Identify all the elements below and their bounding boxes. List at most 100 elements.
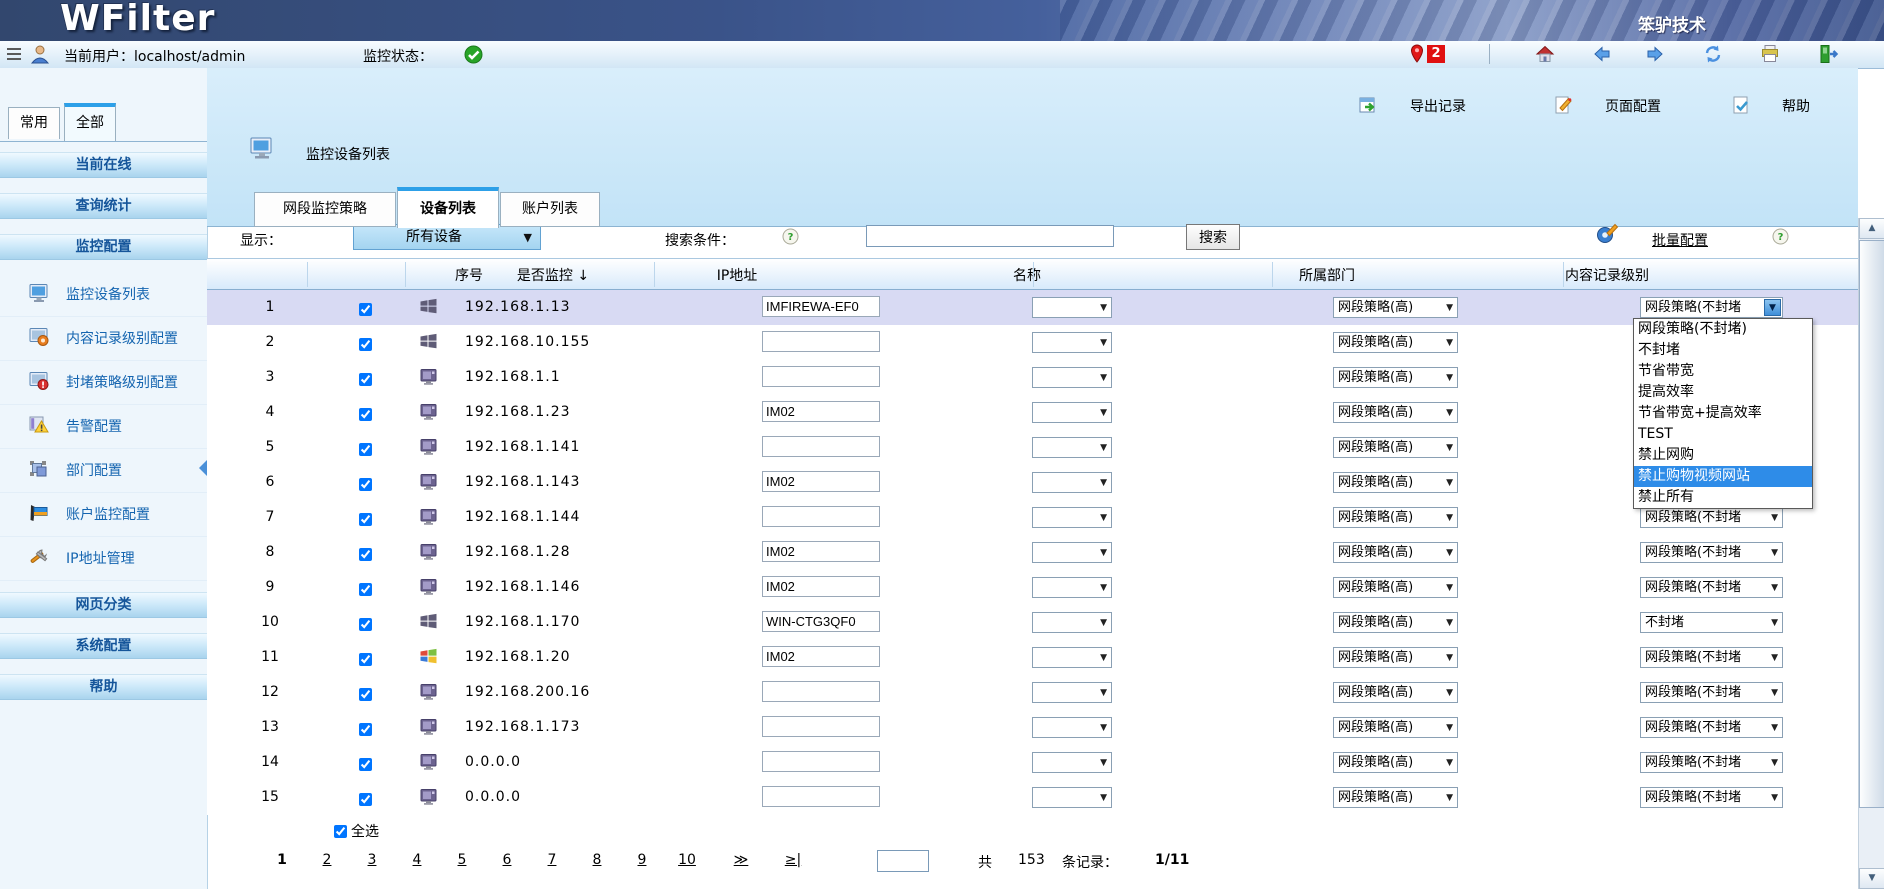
page-link-2[interactable]: 2 [310, 852, 344, 868]
page-link-10[interactable]: 10 [670, 852, 704, 868]
vertical-scrollbar[interactable]: ▲ ▼ [1858, 218, 1884, 889]
department-select[interactable]: ▼ [1032, 542, 1112, 563]
page-link-5[interactable]: 5 [445, 852, 479, 868]
alert-count-badge[interactable]: 2 [1427, 45, 1445, 63]
device-name-input[interactable] [762, 576, 880, 597]
record-level-select[interactable]: 网段策略(高)▼ [1333, 542, 1458, 563]
col-ip[interactable]: IP地址 [657, 265, 817, 285]
sidebar-item-2-6[interactable]: IP地址管理 [0, 536, 207, 581]
page-link-1[interactable]: 1 [265, 852, 299, 868]
block-level-select[interactable]: 网段策略(不封堵▼ [1640, 717, 1783, 738]
dropdown-option[interactable]: 禁止所有 [1634, 487, 1812, 508]
batch-help-icon[interactable]: ? [1772, 228, 1789, 245]
action-1[interactable]: 页面配置 [1553, 94, 1661, 118]
record-level-select[interactable]: 网段策略(高)▼ [1333, 752, 1458, 773]
device-name-input[interactable] [762, 541, 880, 562]
select-all-checkbox[interactable] [334, 825, 347, 838]
sidebar-item-2-2[interactable]: 封堵策略级别配置 [0, 360, 207, 405]
dropdown-option[interactable]: 网段策略(不封堵) [1634, 319, 1812, 340]
device-name-input[interactable] [762, 366, 880, 387]
monitor-checkbox[interactable] [359, 793, 372, 806]
scroll-up-icon[interactable]: ▲ [1859, 218, 1884, 239]
last-page-link[interactable]: ≥| [776, 852, 810, 868]
device-name-input[interactable] [762, 611, 880, 632]
block-level-select[interactable]: 网段策略(不封堵▼ [1640, 682, 1783, 703]
col-name[interactable]: 名称 [927, 265, 1127, 285]
device-name-input[interactable] [762, 296, 880, 317]
sidebar-item-2-3[interactable]: 告警配置 [0, 404, 207, 449]
sidebar-section-0[interactable]: 当前在线 [0, 152, 207, 178]
monitor-checkbox[interactable] [359, 443, 372, 456]
sidebar-item-2-4[interactable]: 部门配置 [0, 448, 207, 493]
department-select[interactable]: ▼ [1032, 402, 1112, 423]
record-level-select[interactable]: 网段策略(高)▼ [1333, 367, 1458, 388]
batch-config-icon[interactable] [1595, 222, 1619, 246]
device-name-input[interactable] [762, 681, 880, 702]
record-level-select[interactable]: 网段策略(高)▼ [1333, 297, 1458, 318]
menu-hamburger-icon[interactable] [5, 44, 25, 64]
device-name-input[interactable] [762, 471, 880, 492]
chevron-down-icon[interactable]: ▼ [1764, 299, 1781, 316]
device-name-input[interactable] [762, 506, 880, 527]
department-select[interactable]: ▼ [1032, 717, 1112, 738]
block-level-select[interactable]: 网段策略(不封堵▼ [1640, 787, 1783, 808]
monitor-checkbox[interactable] [359, 583, 372, 596]
monitor-checkbox[interactable] [359, 653, 372, 666]
goto-page-input[interactable] [877, 850, 929, 872]
monitor-checkbox[interactable] [359, 618, 372, 631]
monitor-checkbox[interactable] [359, 548, 372, 561]
record-level-select[interactable]: 网段策略(高)▼ [1333, 647, 1458, 668]
device-name-input[interactable] [762, 786, 880, 807]
sidebar-collapse-arrow-icon[interactable] [199, 460, 207, 476]
page-link-6[interactable]: 6 [490, 852, 524, 868]
department-select[interactable]: ▼ [1032, 507, 1112, 528]
home-icon[interactable] [1535, 44, 1555, 64]
monitor-checkbox[interactable] [359, 303, 372, 316]
department-select[interactable]: ▼ [1032, 787, 1112, 808]
record-level-select[interactable]: 网段策略(高)▼ [1333, 437, 1458, 458]
device-name-input[interactable] [762, 751, 880, 772]
dropdown-option[interactable]: 节省带宽+提高效率 [1634, 403, 1812, 424]
sidebar-section-3[interactable]: 网页分类 [0, 592, 207, 618]
monitor-checkbox[interactable] [359, 758, 372, 771]
record-level-select[interactable]: 网段策略(高)▼ [1333, 787, 1458, 808]
dropdown-option[interactable]: 提高效率 [1634, 382, 1812, 403]
device-name-input[interactable] [762, 401, 880, 422]
sidebar-section-5[interactable]: 帮助 [0, 674, 207, 700]
tab-2[interactable]: 账户列表 [500, 192, 600, 227]
forward-arrow-icon[interactable] [1645, 44, 1665, 64]
refresh-icon[interactable] [1703, 44, 1723, 64]
action-0[interactable]: 导出记录 [1358, 94, 1466, 118]
department-select[interactable]: ▼ [1032, 752, 1112, 773]
page-link-3[interactable]: 3 [355, 852, 389, 868]
device-name-input[interactable] [762, 716, 880, 737]
next-pages-link[interactable]: ≫ [724, 852, 758, 868]
search-help-icon[interactable]: ? [782, 228, 799, 245]
logout-icon[interactable] [1818, 44, 1838, 64]
record-level-select[interactable]: 网段策略(高)▼ [1333, 612, 1458, 633]
block-level-select[interactable]: 不封堵▼ [1640, 612, 1783, 633]
block-level-select[interactable]: 网段策略(不封堵▼ [1640, 577, 1783, 598]
alert-pin-icon[interactable] [1408, 44, 1428, 64]
department-select[interactable]: ▼ [1032, 472, 1112, 493]
department-select[interactable]: ▼ [1032, 647, 1112, 668]
device-name-input[interactable] [762, 331, 880, 352]
dropdown-option[interactable]: 节省带宽 [1634, 361, 1812, 382]
device-name-input[interactable] [762, 436, 880, 457]
printer-icon[interactable] [1760, 44, 1780, 64]
action-2[interactable]: 帮助 [1730, 94, 1810, 118]
page-link-7[interactable]: 7 [535, 852, 569, 868]
sidebar-section-2[interactable]: 监控配置 [0, 234, 207, 260]
block-level-select[interactable]: 网段策略(不封堵▼ [1640, 507, 1783, 528]
scroll-down-icon[interactable]: ▼ [1859, 868, 1884, 889]
monitor-checkbox[interactable] [359, 688, 372, 701]
sidebar-item-2-5[interactable]: 账户监控配置 [0, 492, 207, 537]
department-select[interactable]: ▼ [1032, 612, 1112, 633]
dropdown-option[interactable]: 不封堵 [1634, 340, 1812, 361]
page-link-4[interactable]: 4 [400, 852, 434, 868]
department-select[interactable]: ▼ [1032, 367, 1112, 388]
sidebar-section-4[interactable]: 系统配置 [0, 633, 207, 659]
dropdown-option[interactable]: 禁止购物视频网站 [1634, 466, 1812, 487]
scrollbar-thumb[interactable] [1859, 240, 1884, 808]
monitor-checkbox[interactable] [359, 373, 372, 386]
